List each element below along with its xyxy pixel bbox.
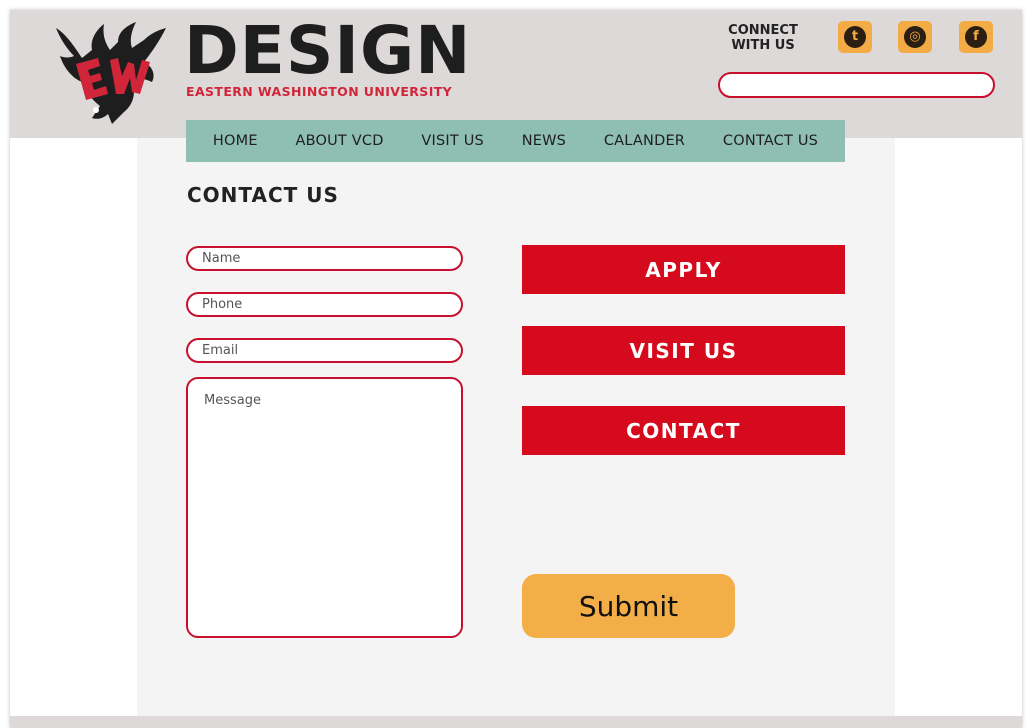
brand-title: DESIGN [184, 12, 472, 89]
connect-label: CONNECT WITH US [720, 23, 806, 53]
nav-item-home[interactable]: HOME [213, 133, 258, 149]
connect-line-1: CONNECT [728, 23, 798, 38]
twitter-button[interactable]: t [838, 21, 872, 53]
message-field[interactable] [186, 377, 463, 638]
instagram-icon: ◎ [904, 26, 926, 48]
email-field[interactable] [186, 338, 463, 363]
nav-item-about-vcd[interactable]: ABOUT VCD [295, 133, 383, 149]
eagle-logo-icon[interactable] [52, 20, 172, 130]
connect-line-2: WITH US [731, 38, 795, 53]
facebook-icon: f [965, 26, 987, 48]
search-input[interactable] [718, 72, 995, 98]
twitter-icon: t [844, 26, 866, 48]
facebook-button[interactable]: f [959, 21, 993, 53]
footer-strip [10, 716, 1022, 728]
contact-button[interactable]: CONTACT [522, 406, 845, 455]
nav-item-calander[interactable]: CALANDER [604, 133, 685, 149]
visit-us-button[interactable]: VISIT US [522, 326, 845, 375]
nav-item-news[interactable]: NEWS [522, 133, 566, 149]
nav-item-visit-us[interactable]: VISIT US [421, 133, 484, 149]
nav-item-contact-us[interactable]: CONTACT US [723, 133, 818, 149]
brand-subtitle: EASTERN WASHINGTON UNIVERSITY [186, 84, 453, 99]
name-field[interactable] [186, 246, 463, 271]
page-title: CONTACT US [187, 183, 339, 207]
instagram-button[interactable]: ◎ [898, 21, 932, 53]
phone-field[interactable] [186, 292, 463, 317]
main-nav: HOME ABOUT VCD VISIT US NEWS CALANDER CO… [186, 120, 845, 162]
apply-button[interactable]: APPLY [522, 245, 845, 294]
submit-button[interactable]: Submit [522, 574, 735, 638]
